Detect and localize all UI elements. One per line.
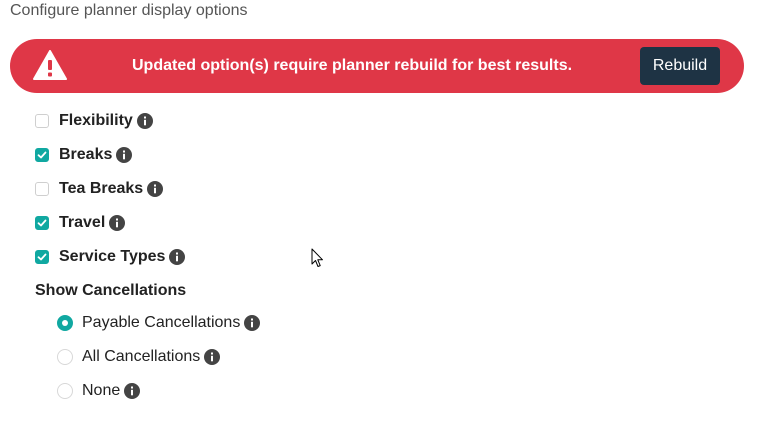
warning-triangle-icon	[33, 50, 67, 80]
info-icon[interactable]	[169, 249, 186, 265]
radio-payable-cancellations[interactable]: Payable Cancellations	[57, 312, 261, 334]
radio-label: None	[82, 382, 121, 399]
breaks-checkbox[interactable]	[35, 148, 49, 162]
option-flexibility[interactable]: Flexibility	[35, 110, 153, 132]
check-icon	[37, 253, 47, 261]
info-icon[interactable]	[109, 215, 126, 231]
option-label: Service Types	[59, 248, 166, 265]
info-icon[interactable]	[116, 147, 133, 163]
payable-cancellations-radio[interactable]	[57, 315, 73, 331]
flexibility-checkbox[interactable]	[35, 114, 49, 128]
option-label: Tea Breaks	[59, 180, 144, 197]
info-icon[interactable]	[124, 383, 141, 399]
option-breaks[interactable]: Breaks	[35, 144, 133, 166]
all-cancellations-radio[interactable]	[57, 349, 73, 365]
option-service-types[interactable]: Service Types	[35, 246, 186, 268]
option-travel[interactable]: Travel	[35, 212, 126, 234]
check-icon	[37, 151, 47, 159]
option-label: Travel	[59, 214, 106, 231]
info-icon[interactable]	[136, 113, 153, 129]
show-cancellations-heading: Show Cancellations	[35, 282, 187, 299]
info-icon[interactable]	[147, 181, 164, 197]
check-icon	[37, 219, 47, 227]
radio-label: Payable Cancellations	[82, 314, 241, 331]
radio-all-cancellations[interactable]: All Cancellations	[57, 346, 221, 368]
mouse-cursor-icon	[311, 248, 323, 267]
travel-checkbox[interactable]	[35, 216, 49, 230]
rebuild-button[interactable]: Rebuild	[640, 47, 720, 85]
tea-breaks-checkbox[interactable]	[35, 182, 49, 196]
page-subtitle: Configure planner display options	[10, 2, 248, 19]
info-icon[interactable]	[204, 349, 221, 365]
option-label: Flexibility	[59, 112, 133, 129]
option-tea-breaks[interactable]: Tea Breaks	[35, 178, 164, 200]
rebuild-alert-banner: Updated option(s) require planner rebuil…	[10, 39, 744, 93]
radio-none[interactable]: None	[57, 380, 141, 402]
none-radio[interactable]	[57, 383, 73, 399]
alert-message: Updated option(s) require planner rebuil…	[132, 57, 573, 74]
radio-label: All Cancellations	[82, 348, 201, 365]
service-types-checkbox[interactable]	[35, 250, 49, 264]
option-label: Breaks	[59, 146, 113, 163]
info-icon[interactable]	[244, 315, 261, 331]
